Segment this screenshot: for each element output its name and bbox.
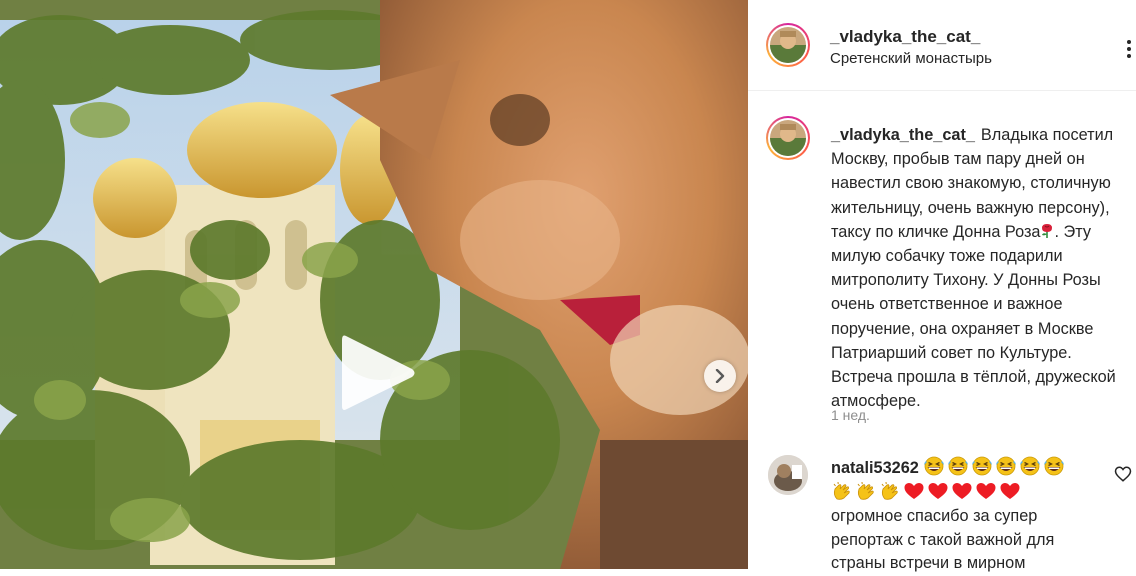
post-header: _vladyka_the_cat_ Сретенский монастырь xyxy=(748,0,1136,91)
grinning-squinting-face-icon xyxy=(995,456,1017,476)
post-media-video[interactable] xyxy=(0,0,748,569)
rose-emoji-icon xyxy=(1040,222,1054,238)
comment-emoji-line-2 xyxy=(831,481,1021,501)
commenter-avatar[interactable] xyxy=(768,455,808,495)
author-username[interactable]: _vladyka_the_cat_ xyxy=(830,27,980,47)
red-heart-icon xyxy=(975,481,997,501)
more-dot xyxy=(1127,54,1131,58)
chevron-right-icon xyxy=(715,369,725,383)
caption-text: _vladyka_the_cat_ Владыка посетил Москву,… xyxy=(831,123,1135,413)
comment-body: natali53262 огромное спасибо за супер ре… xyxy=(831,456,1111,576)
heart-outline-icon xyxy=(1114,466,1132,482)
clapping-hands-icon xyxy=(879,481,901,501)
play-icon xyxy=(342,335,415,410)
red-heart-icon xyxy=(903,481,925,501)
clapping-hands-icon xyxy=(831,481,853,501)
post-sidebar: _vladyka_the_cat_ Сретенский монастырь _… xyxy=(748,0,1136,572)
more-dot xyxy=(1127,47,1131,51)
like-comment-button[interactable] xyxy=(1114,465,1132,483)
avatar-image xyxy=(768,455,808,495)
red-heart-icon xyxy=(927,481,949,501)
grinning-squinting-face-icon xyxy=(923,456,945,476)
comment-emoji-line-1 xyxy=(923,456,1065,476)
caption-body-part2: . Эту милую собачку тоже подарили митроп… xyxy=(831,222,1116,411)
grinning-squinting-face-icon xyxy=(971,456,993,476)
avatar-image xyxy=(770,120,806,156)
post-location[interactable]: Сретенский монастырь xyxy=(830,50,992,67)
play-button[interactable] xyxy=(336,330,420,416)
caption-author-avatar[interactable] xyxy=(766,116,810,160)
more-options-button[interactable] xyxy=(1122,38,1136,60)
more-dots-icon xyxy=(1127,40,1131,44)
red-heart-icon xyxy=(951,481,973,501)
red-heart-icon xyxy=(999,481,1021,501)
grinning-squinting-face-icon xyxy=(1043,456,1065,476)
next-slide-button[interactable] xyxy=(704,360,736,392)
caption-timestamp[interactable]: 1 нед. xyxy=(831,407,870,423)
commenter-username[interactable]: natali53262 xyxy=(831,459,919,477)
comment-text: огромное спасибо за супер репортаж с так… xyxy=(831,507,1055,572)
video-frame-image xyxy=(0,0,748,569)
author-avatar[interactable] xyxy=(766,23,810,67)
clapping-hands-icon xyxy=(855,481,877,501)
grinning-squinting-face-icon xyxy=(1019,456,1041,476)
caption-username[interactable]: _vladyka_the_cat_ xyxy=(831,126,975,144)
avatar-image xyxy=(770,27,806,63)
grinning-squinting-face-icon xyxy=(947,456,969,476)
